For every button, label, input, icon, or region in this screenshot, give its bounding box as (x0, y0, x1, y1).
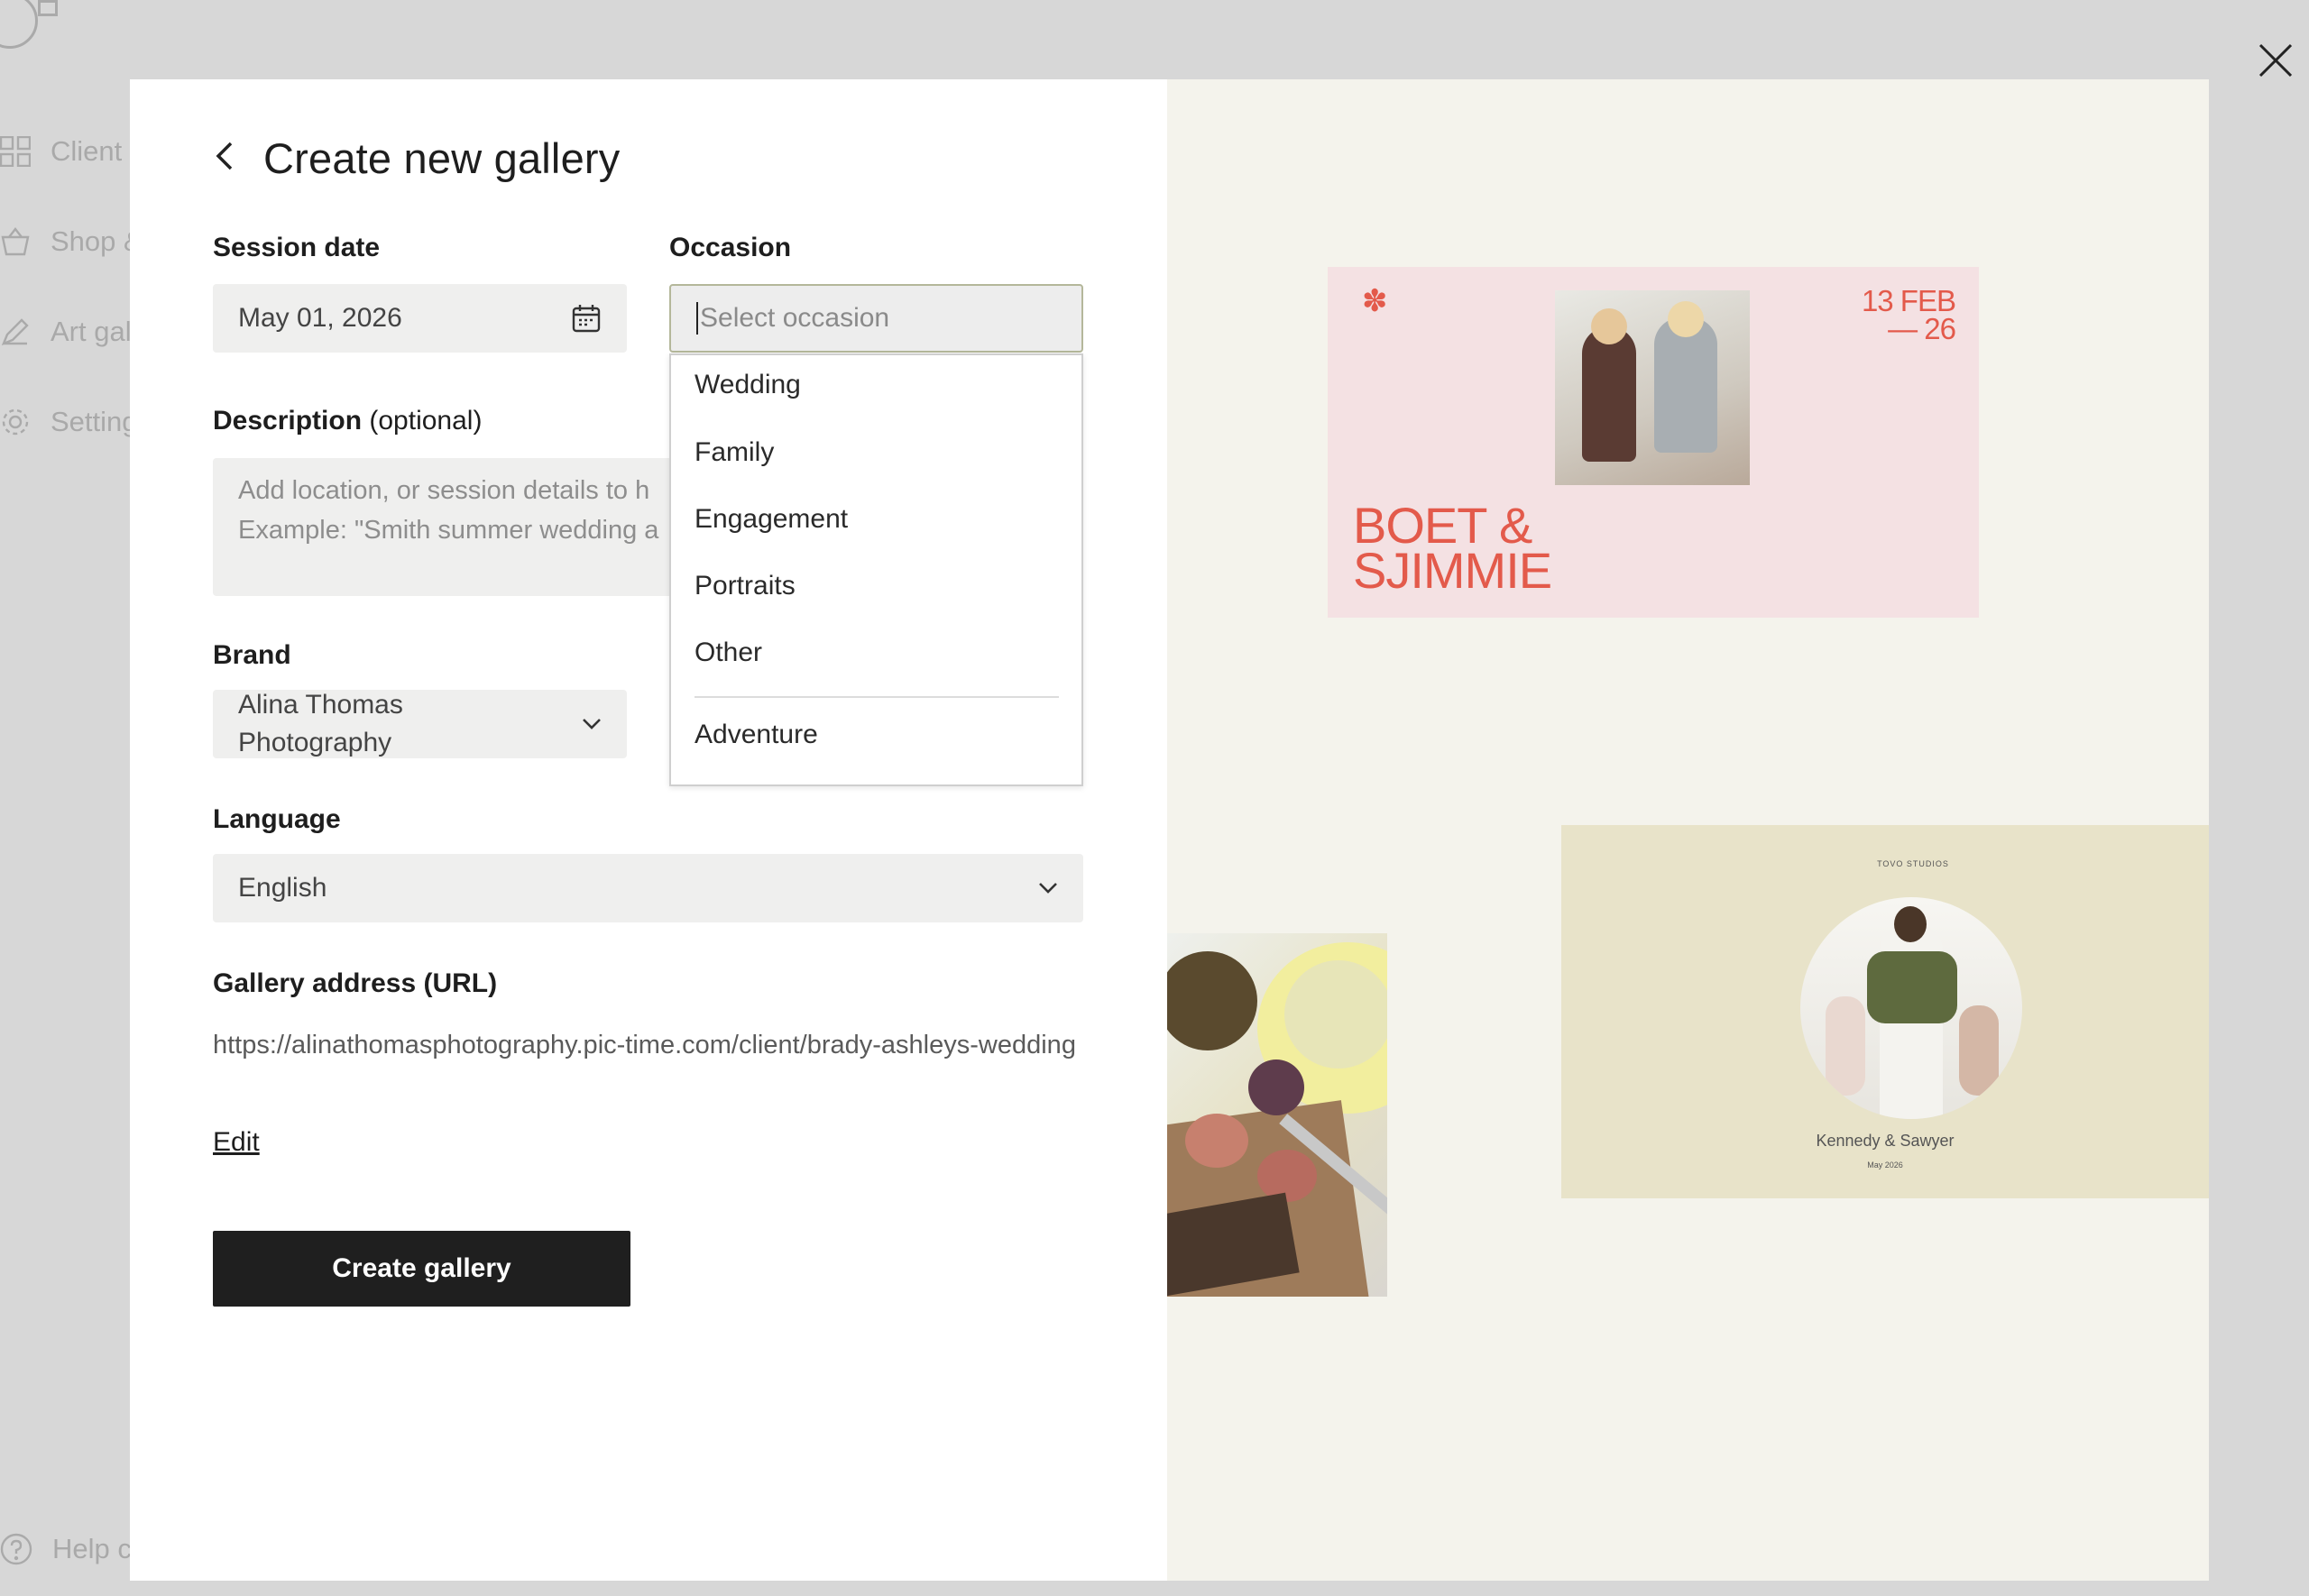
grid-icon (0, 136, 31, 167)
back-arrow-icon[interactable] (211, 138, 236, 179)
preview-names: BOET & SJIMMIE (1353, 500, 1552, 599)
sidebar-item-label: Setting (51, 406, 138, 437)
description-label-text: Description (213, 406, 363, 436)
occasion-label: Occasion (669, 233, 792, 262)
background-sidebar: Client Shop & Art gal Setting Help c (0, 0, 144, 1596)
pen-icon (1, 318, 29, 346)
sidebar-item-label: Client (51, 135, 123, 167)
occasion-option-portraits[interactable]: Portraits (695, 571, 796, 601)
brand-value-line2: Photography (238, 728, 392, 757)
language-value: English (238, 873, 327, 903)
sidebar-item-client: Client (0, 135, 122, 168)
preview-photo-family (1800, 897, 2022, 1119)
occasion-option-family[interactable]: Family (695, 437, 774, 468)
occasion-option-adventure[interactable]: Adventure (695, 720, 818, 750)
preview-studio-name: TOVO STUDIOS (1877, 859, 1949, 868)
edit-url-link[interactable]: Edit (213, 1127, 260, 1158)
gallery-form: Create new gallery Session date May 01, … (130, 79, 1167, 1581)
occasion-dropdown: Wedding Family Engagement Portraits Othe… (669, 353, 1083, 786)
preview-names-line2: SJIMMIE (1353, 542, 1552, 599)
gallery-address-label: Gallery address (URL) (213, 968, 498, 998)
preview-photo-kids (1555, 290, 1750, 485)
dropdown-divider (695, 696, 1059, 698)
gear-icon (2, 408, 29, 436)
create-gallery-button[interactable]: Create gallery (213, 1231, 630, 1307)
language-select[interactable]: English (213, 854, 1083, 922)
brand-select[interactable]: Alina Thomas Photography (213, 690, 627, 758)
occasion-input[interactable]: Select occasion (669, 284, 1083, 353)
brand-value-line1: Alina Thomas (238, 690, 403, 720)
language-label: Language (213, 804, 341, 834)
session-date-field[interactable]: May 01, 2026 (213, 284, 627, 353)
close-icon[interactable] (2257, 41, 2295, 79)
sidebar-item-label: Shop & (51, 225, 143, 257)
preview-card-family: TOVO STUDIOS Kennedy & Sawyer May 2026 (1561, 825, 2209, 1198)
brand-label: Brand (213, 640, 291, 670)
chevron-down-icon (583, 719, 601, 729)
occasion-placeholder: Select occasion (700, 303, 890, 333)
basket-icon (1, 227, 30, 256)
occasion-option-engagement[interactable]: Engagement (695, 504, 848, 535)
help-label: Help c (52, 1533, 132, 1564)
occasion-option-wedding[interactable]: Wedding (695, 370, 801, 400)
preview-date-line2: — 26 (1888, 312, 1956, 345)
logo-square-icon (38, 0, 58, 16)
sidebar-item-label: Art gal (51, 316, 132, 347)
gallery-preview-panel: ✽ 13 FEB — 26 BOET & SJIMMIE TOVO STUDIO… (1167, 79, 2209, 1581)
text-cursor (696, 302, 698, 335)
optional-tag: (optional) (369, 406, 483, 436)
preview-date-line1: 13 FEB (1861, 284, 1956, 317)
gallery-url: https://alinathomasphotography.pic-time.… (213, 1031, 1076, 1059)
occasion-option-other[interactable]: Other (695, 637, 762, 668)
session-date-value: May 01, 2026 (238, 303, 402, 333)
preview-date: 13 FEB — 26 (1861, 284, 1956, 345)
flower-icon: ✽ (1362, 284, 1388, 318)
session-date-label: Session date (213, 233, 381, 262)
preview-photo-food (1167, 933, 1387, 1297)
logo-icon (0, 0, 38, 49)
sidebar-item-art: Art gal (0, 316, 132, 348)
modal-header: Create new gallery (211, 133, 620, 183)
help-center-link: Help c (0, 1533, 132, 1565)
chevron-down-icon (1039, 883, 1057, 894)
preview-couple-names: Kennedy & Sawyer (1816, 1132, 1955, 1150)
calendar-icon (572, 305, 601, 333)
help-icon (0, 1533, 32, 1565)
preview-card-date: May 2026 (1867, 1160, 1903, 1169)
description-label: Description (optional) (213, 406, 482, 436)
sidebar-item-shop: Shop & (0, 225, 143, 258)
brand-value: Alina Thomas Photography (238, 686, 403, 762)
create-gallery-modal: Create new gallery Session date May 01, … (130, 79, 2209, 1581)
preview-card-boet: ✽ 13 FEB — 26 BOET & SJIMMIE (1328, 267, 1979, 618)
sidebar-item-settings: Setting (0, 406, 138, 438)
page-title: Create new gallery (263, 134, 621, 182)
